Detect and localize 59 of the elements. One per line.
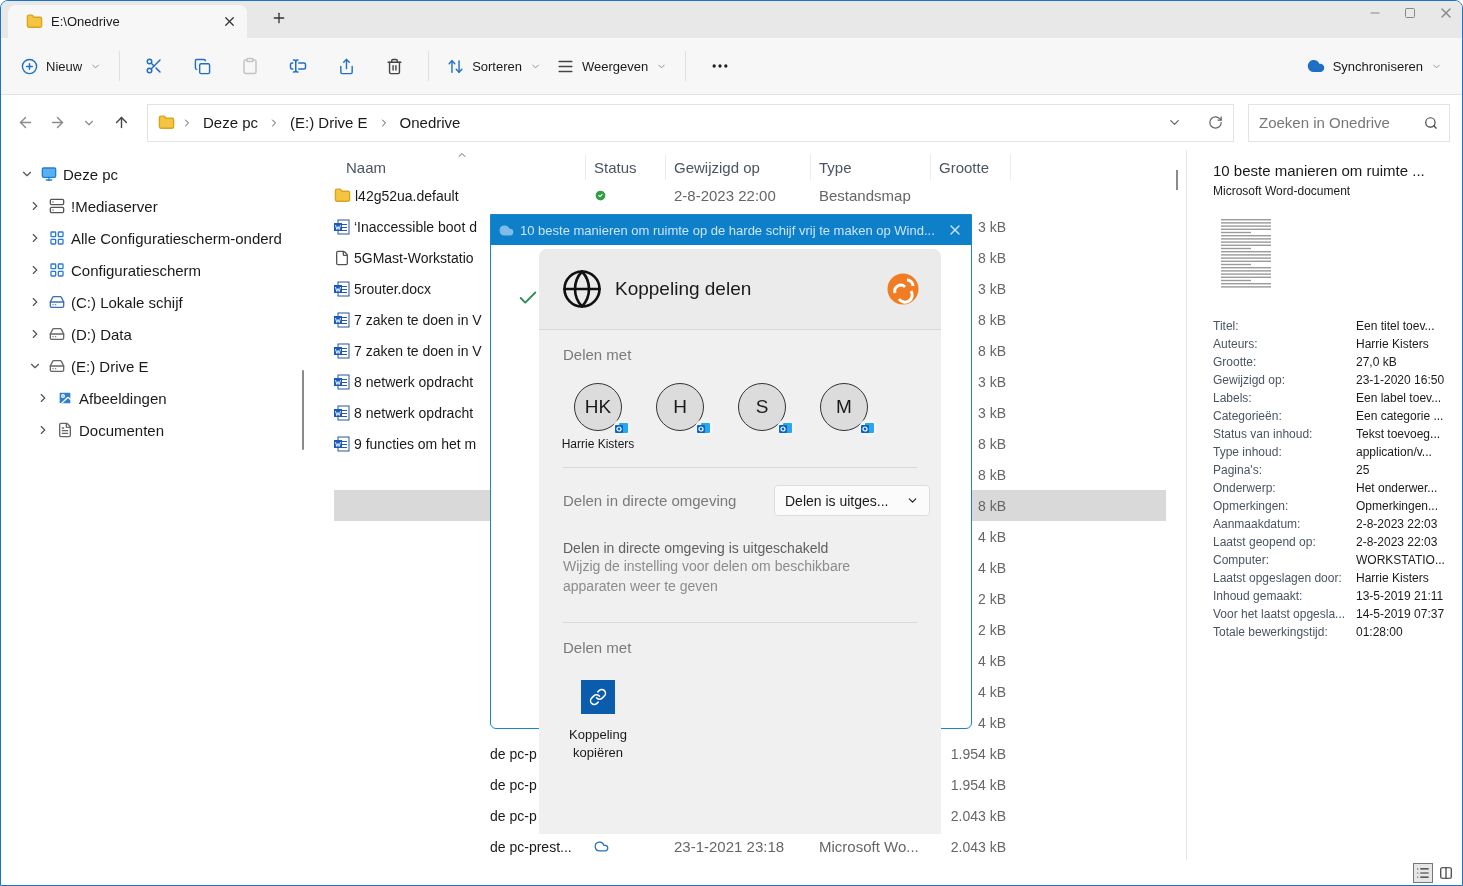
property-label: Gewijzigd op: bbox=[1213, 373, 1287, 387]
file-size: 2.043 kB bbox=[950, 838, 1006, 855]
nearby-info-text: Delen in directe omgeving is uitgeschakeld bbox=[563, 540, 830, 556]
property-label: Auteurs: bbox=[1213, 337, 1259, 351]
file-name: 9 functies om het m bbox=[354, 435, 477, 452]
details-title: 10 beste manieren om ruimte ... bbox=[1213, 162, 1426, 179]
file-name: l42g52ua.default bbox=[355, 187, 459, 204]
file-name: 5router.docx bbox=[354, 280, 432, 297]
file-size: 3 kB bbox=[978, 373, 1006, 390]
file-size: 1.954 kB bbox=[950, 776, 1006, 793]
file-name: ‘Inaccessible boot d bbox=[354, 218, 477, 235]
property-label: Titel: bbox=[1213, 319, 1240, 333]
property-label: Laatst geopend op: bbox=[1213, 535, 1317, 549]
file-size: 8 kB bbox=[978, 435, 1006, 452]
nearby-sharing-label: Delen in directe omgeving bbox=[563, 492, 737, 509]
property-label: Type inhoud: bbox=[1213, 445, 1283, 459]
section-label: Delen met bbox=[563, 639, 633, 656]
property-label: Laatst opgeslagen door: bbox=[1213, 571, 1343, 585]
property-label: Opmerkingen: bbox=[1213, 499, 1290, 513]
file-name: de pc-p bbox=[490, 807, 537, 824]
file-name: de pc-prest... bbox=[490, 838, 572, 855]
property-label: Pagina's: bbox=[1213, 463, 1263, 477]
file-size: 3 kB bbox=[978, 280, 1006, 297]
file-type: Bestandsmap bbox=[818, 187, 911, 204]
property-label: Voor het laatst opgesla... bbox=[1213, 607, 1347, 621]
file-type: Microsoft Wo... bbox=[818, 838, 919, 855]
details-subtitle: Microsoft Word-document bbox=[1213, 184, 1352, 198]
property-label: Computer: bbox=[1213, 553, 1271, 567]
modified-date: 2-8-2023 22:00 bbox=[673, 187, 776, 204]
file-size: 8 kB bbox=[978, 466, 1006, 483]
file-size: 2 kB bbox=[978, 621, 1006, 638]
file-name: 7 zaken te doen in V bbox=[354, 342, 482, 359]
file-size: 8 kB bbox=[978, 342, 1006, 359]
file-name: 8 netwerk opdracht bbox=[354, 404, 474, 421]
property-label: Inhoud gemaakt: bbox=[1213, 589, 1304, 603]
section-label: Delen met bbox=[563, 346, 633, 363]
property-label: Categorieën: bbox=[1213, 409, 1283, 423]
file-name: 7 zaken te doen in V bbox=[354, 311, 482, 328]
modified-date: 23-1-2021 23:18 bbox=[673, 838, 785, 855]
property-label: Labels: bbox=[1213, 391, 1253, 405]
property-label: Status van inhoud: bbox=[1213, 427, 1314, 441]
nearby-hint-text: Wijzig de instelling voor delen om beschikbare apparaten weer te geven bbox=[563, 557, 852, 596]
file-name: 8 netwerk opdracht bbox=[354, 373, 474, 390]
file-size: 2.043 kB bbox=[950, 807, 1006, 824]
file-size: 3 kB bbox=[978, 218, 1006, 235]
property-label: Totale bewerkingstijd: bbox=[1213, 625, 1329, 639]
file-size: 4 kB bbox=[978, 683, 1006, 700]
file-size: 8 kB bbox=[978, 497, 1006, 514]
property-label: Grootte: bbox=[1213, 355, 1258, 369]
property-label: Onderwerp: bbox=[1213, 481, 1277, 495]
contact-name: Harrie Kisters bbox=[561, 437, 635, 451]
file-size: 8 kB bbox=[978, 311, 1006, 328]
file-size: 8 kB bbox=[978, 249, 1006, 266]
file-name: de pc-p bbox=[490, 776, 537, 793]
file-size: 3 kB bbox=[978, 404, 1006, 421]
share-link-title: Koppeling delen bbox=[615, 278, 753, 300]
file-name: 5GMast-Workstatio bbox=[354, 249, 474, 266]
property-label: Aanmaakdatum: bbox=[1213, 517, 1302, 531]
dialog-title: 10 beste manieren om ruimte op de harde schijf vrij te maken op Wind... bbox=[520, 222, 936, 238]
